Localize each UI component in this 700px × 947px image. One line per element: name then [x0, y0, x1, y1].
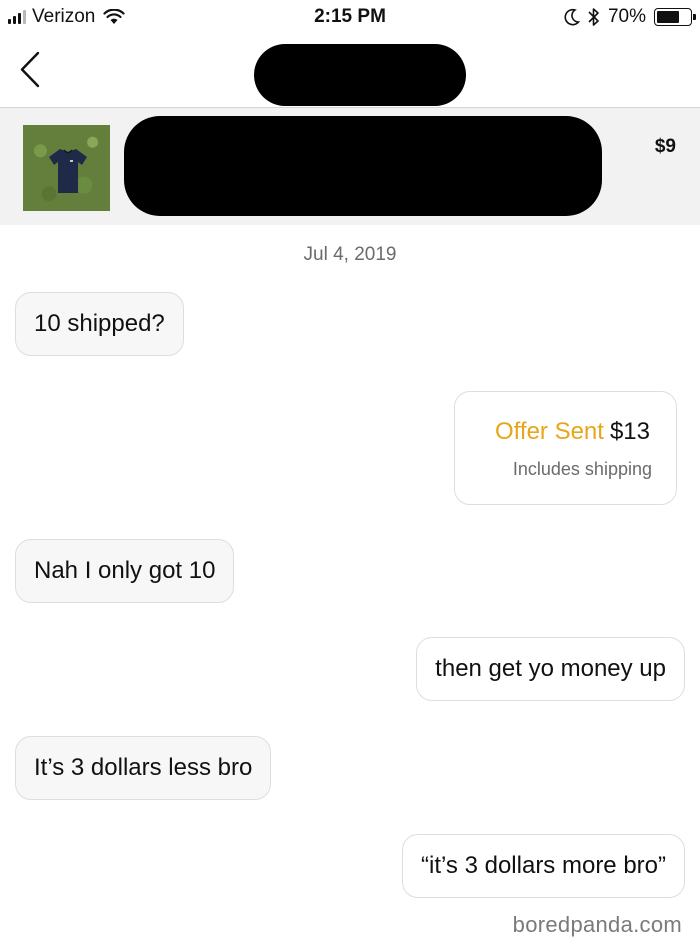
chevron-left-icon: [20, 51, 40, 88]
offer-amount: $13: [609, 418, 650, 445]
item-thumbnail[interactable]: [23, 125, 110, 211]
shirt-image: [49, 149, 87, 193]
message-bubble-incoming[interactable]: It’s 3 dollars less bro: [15, 736, 272, 800]
nav-bar: [0, 36, 700, 106]
bluetooth-icon: [588, 8, 599, 26]
offer-line: Offer Sent $13: [495, 418, 650, 446]
status-right: 70%: [564, 6, 696, 28]
offer-card[interactable]: Offer Sent $13 Includes shipping: [454, 391, 677, 505]
status-bar: Verizon 2:15 PM 70%: [0, 0, 700, 36]
moon-icon: [564, 8, 580, 26]
message-bubble-incoming[interactable]: Nah I only got 10: [15, 539, 235, 603]
redacted-item-title: [124, 116, 602, 216]
message-bubble-incoming[interactable]: 10 shipped?: [15, 292, 184, 356]
back-button[interactable]: [14, 50, 46, 90]
battery-percent: 70%: [607, 6, 646, 27]
message-bubble-outgoing[interactable]: then get yo money up: [416, 637, 685, 701]
offer-status: Offer Sent: [495, 418, 604, 445]
message-bubble-outgoing[interactable]: “it’s 3 dollars more bro”: [402, 834, 685, 898]
conversation-date: Jul 4, 2019: [303, 244, 397, 265]
redacted-username: [254, 44, 466, 106]
item-header[interactable]: $9: [0, 107, 700, 225]
battery-icon: [654, 8, 696, 26]
watermark: boredpanda.com: [512, 912, 682, 937]
offer-shipping-note: Includes shipping: [512, 459, 652, 479]
item-price: $9: [654, 136, 676, 157]
